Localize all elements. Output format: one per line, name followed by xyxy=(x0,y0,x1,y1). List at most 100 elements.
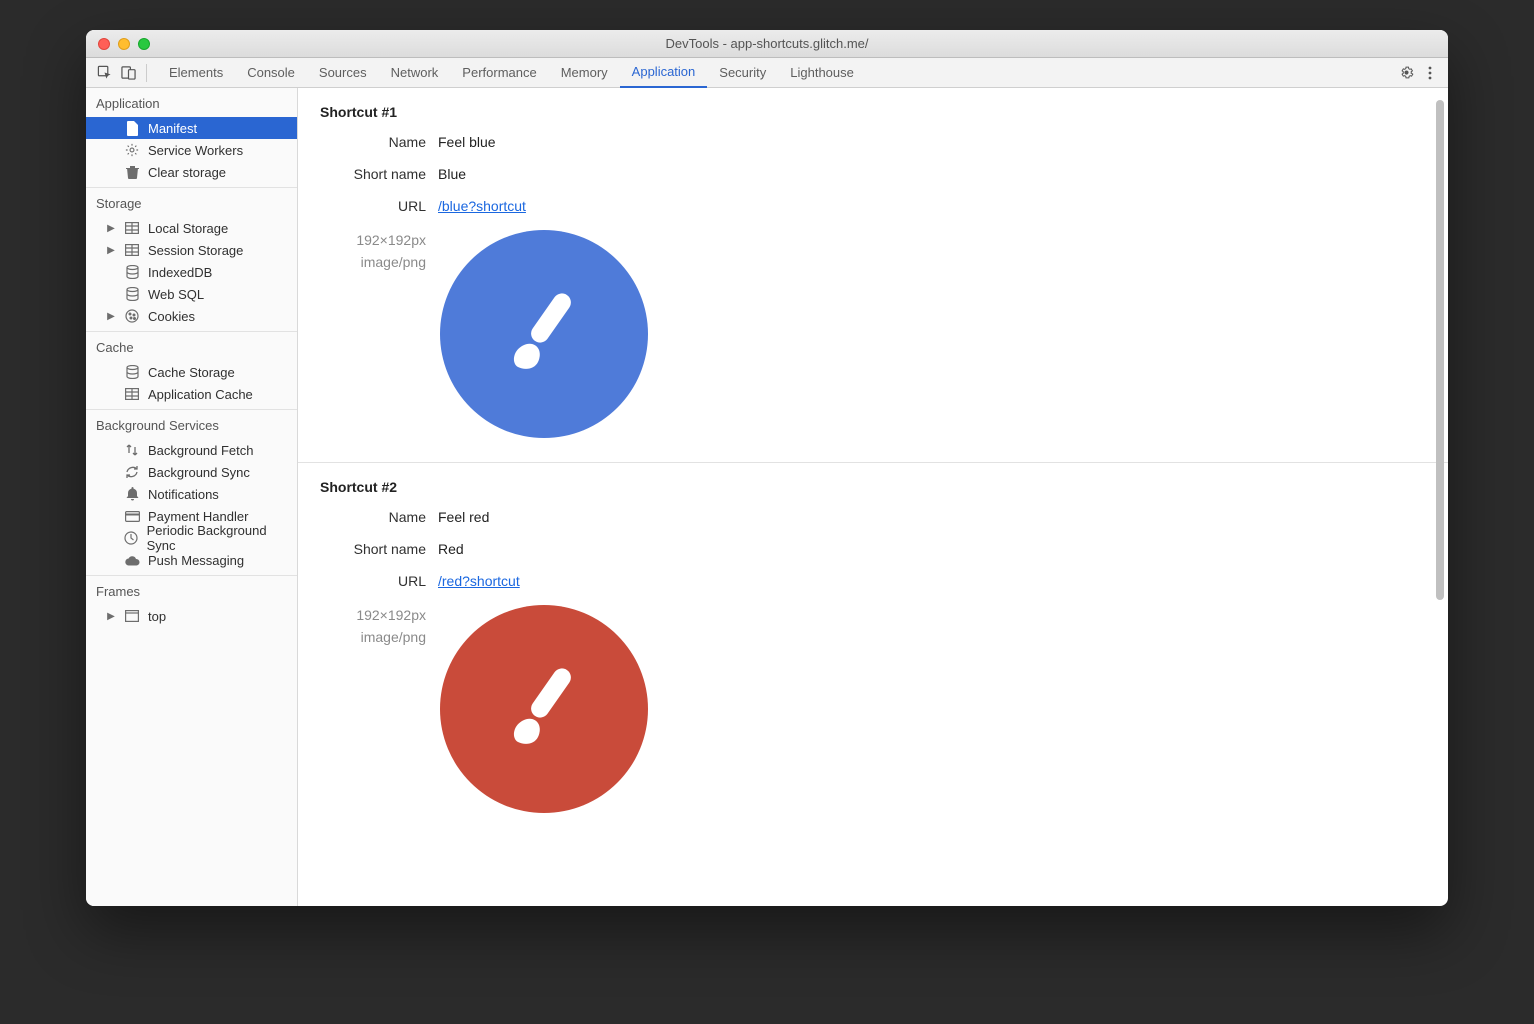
field-label-short-name: Short name xyxy=(320,541,438,557)
sidebar-item-service-workers[interactable]: ▶ Service Workers xyxy=(86,139,297,161)
sidebar-item-label: Notifications xyxy=(148,487,219,502)
tab-console[interactable]: Console xyxy=(235,58,307,88)
tab-label: Lighthouse xyxy=(790,65,854,80)
tab-label: Elements xyxy=(169,65,223,80)
sidebar-item-label: Clear storage xyxy=(148,165,226,180)
sync-icon xyxy=(124,464,140,480)
expand-icon[interactable]: ▶ xyxy=(106,245,116,256)
brush-icon xyxy=(494,659,594,759)
sidebar-item-clear-storage[interactable]: ▶ Clear storage xyxy=(86,161,297,183)
window-titlebar: DevTools - app-shortcuts.glitch.me/ xyxy=(86,30,1448,58)
tab-label: Network xyxy=(391,65,439,80)
database-icon xyxy=(124,286,140,302)
table-icon xyxy=(124,386,140,402)
sidebar-item-label: Periodic Background Sync xyxy=(147,523,291,553)
sidebar-item-background-fetch[interactable]: ▶ Background Fetch xyxy=(86,439,297,461)
minimize-window-button[interactable] xyxy=(118,38,130,50)
bell-icon xyxy=(124,486,140,502)
icon-mime: image/png xyxy=(320,254,426,270)
transfer-icon xyxy=(124,442,140,458)
database-icon xyxy=(124,264,140,280)
database-icon xyxy=(124,364,140,380)
tab-network[interactable]: Network xyxy=(379,58,451,88)
sidebar-item-label: IndexedDB xyxy=(148,265,212,280)
sidebar-item-application-cache[interactable]: ▶ Application Cache xyxy=(86,383,297,405)
tab-performance[interactable]: Performance xyxy=(450,58,548,88)
icon-mime: image/png xyxy=(320,629,426,645)
toggle-device-icon[interactable] xyxy=(116,61,140,85)
field-label-url: URL xyxy=(320,573,438,589)
shortcut-url-link[interactable]: /blue?shortcut xyxy=(438,198,526,214)
group-background-services: Background Services xyxy=(86,410,297,439)
sidebar-item-label: Push Messaging xyxy=(148,553,244,568)
sidebar-item-manifest[interactable]: ▶ Manifest xyxy=(86,117,297,139)
icon-size: 192×192px xyxy=(320,607,426,623)
tab-elements[interactable]: Elements xyxy=(157,58,235,88)
sidebar-item-background-sync[interactable]: ▶ Background Sync xyxy=(86,461,297,483)
sidebar-item-indexeddb[interactable]: ▶ IndexedDB xyxy=(86,261,297,283)
icon-meta: 192×192px image/png xyxy=(320,605,438,645)
sidebar-item-label: Background Fetch xyxy=(148,443,254,458)
cookie-icon xyxy=(124,308,140,324)
sidebar-item-label: Session Storage xyxy=(148,243,243,258)
shortcut-block-1: Shortcut #1 Name Feel blue Short name Bl… xyxy=(298,88,1448,463)
tab-security[interactable]: Security xyxy=(707,58,778,88)
tab-label: Console xyxy=(247,65,295,80)
tab-lighthouse[interactable]: Lighthouse xyxy=(778,58,866,88)
devtools-tabbar: Elements Console Sources Network Perform… xyxy=(86,58,1448,88)
table-icon xyxy=(124,242,140,258)
scrollbar-thumb[interactable] xyxy=(1436,100,1444,600)
sidebar-item-top-frame[interactable]: ▶ top xyxy=(86,605,297,627)
settings-icon[interactable] xyxy=(1394,61,1418,85)
group-storage: Storage xyxy=(86,188,297,217)
close-window-button[interactable] xyxy=(98,38,110,50)
trash-icon xyxy=(124,164,140,180)
devtools-window: DevTools - app-shortcuts.glitch.me/ Elem… xyxy=(86,30,1448,906)
field-value-name: Feel blue xyxy=(438,134,496,150)
frame-icon xyxy=(124,608,140,624)
field-value-name: Feel red xyxy=(438,509,489,525)
traffic-lights xyxy=(98,38,150,50)
credit-card-icon xyxy=(124,508,140,524)
sidebar-item-label: Local Storage xyxy=(148,221,228,236)
tab-label: Memory xyxy=(561,65,608,80)
shortcut-heading: Shortcut #2 xyxy=(320,479,1426,495)
field-label-short-name: Short name xyxy=(320,166,438,182)
application-sidebar: Application ▶ Manifest ▶ Service Workers… xyxy=(86,88,298,906)
table-icon xyxy=(124,220,140,236)
icon-size: 192×192px xyxy=(320,232,426,248)
cloud-icon xyxy=(124,552,140,568)
field-value-short-name: Blue xyxy=(438,166,466,182)
expand-icon[interactable]: ▶ xyxy=(106,311,116,322)
tab-application[interactable]: Application xyxy=(620,58,708,88)
more-options-icon[interactable] xyxy=(1418,61,1442,85)
expand-icon[interactable]: ▶ xyxy=(106,223,116,234)
inspect-element-icon[interactable] xyxy=(92,61,116,85)
sidebar-item-label: Payment Handler xyxy=(148,509,248,524)
sidebar-item-label: Background Sync xyxy=(148,465,250,480)
sidebar-item-local-storage[interactable]: ▶ Local Storage xyxy=(86,217,297,239)
zoom-window-button[interactable] xyxy=(138,38,150,50)
sidebar-item-cookies[interactable]: ▶ Cookies xyxy=(86,305,297,327)
sidebar-item-label: top xyxy=(148,609,166,624)
expand-icon[interactable]: ▶ xyxy=(106,611,116,622)
document-icon xyxy=(124,120,140,136)
shortcut-url-link[interactable]: /red?shortcut xyxy=(438,573,520,589)
field-label-url: URL xyxy=(320,198,438,214)
sidebar-item-notifications[interactable]: ▶ Notifications xyxy=(86,483,297,505)
group-cache: Cache xyxy=(86,332,297,361)
shortcut-icon-preview xyxy=(440,605,648,813)
sidebar-item-session-storage[interactable]: ▶ Session Storage xyxy=(86,239,297,261)
divider xyxy=(146,64,147,82)
clock-icon xyxy=(123,530,138,546)
sidebar-item-periodic-background-sync[interactable]: ▶ Periodic Background Sync xyxy=(86,527,297,549)
field-label-name: Name xyxy=(320,509,438,525)
shortcut-heading: Shortcut #1 xyxy=(320,104,1426,120)
manifest-main-panel: Shortcut #1 Name Feel blue Short name Bl… xyxy=(298,88,1448,906)
tab-memory[interactable]: Memory xyxy=(549,58,620,88)
sidebar-item-label: Application Cache xyxy=(148,387,253,402)
tab-sources[interactable]: Sources xyxy=(307,58,379,88)
sidebar-item-websql[interactable]: ▶ Web SQL xyxy=(86,283,297,305)
panel-tabs: Elements Console Sources Network Perform… xyxy=(157,58,866,88)
sidebar-item-cache-storage[interactable]: ▶ Cache Storage xyxy=(86,361,297,383)
